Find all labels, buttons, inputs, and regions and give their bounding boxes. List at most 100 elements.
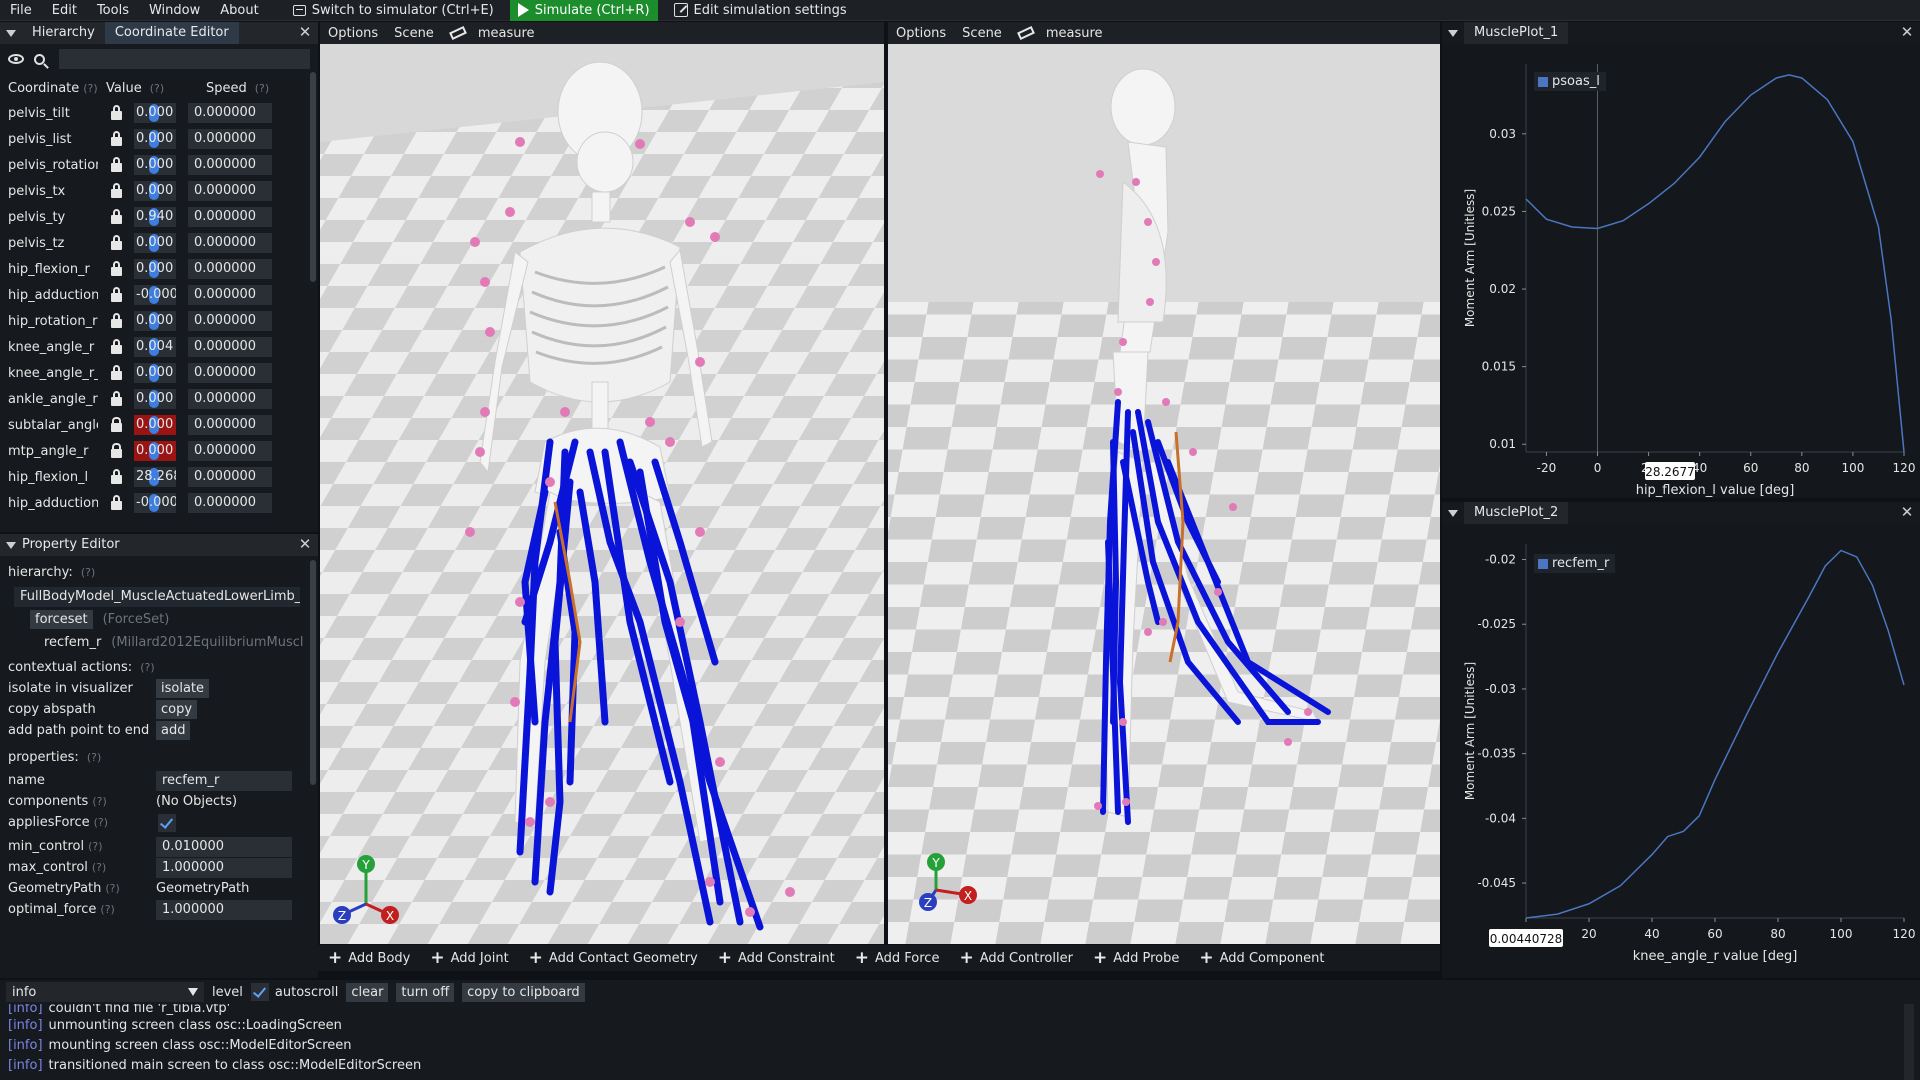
coordinate-value-slider[interactable]: -0.000 [134, 285, 176, 305]
log-level-select[interactable]: info [6, 982, 204, 1002]
clear-button[interactable]: clear [346, 982, 389, 1002]
optimal-force-input[interactable]: 1.000000 [156, 899, 292, 920]
coordinate-value-slider[interactable]: -0.000 [134, 493, 176, 513]
menu-window[interactable]: Window [139, 0, 210, 21]
collapse-triangle-icon[interactable] [1448, 29, 1458, 37]
action-button[interactable]: add [156, 721, 191, 740]
lock-toggle[interactable] [98, 260, 134, 276]
measure-button[interactable]: measure [442, 25, 551, 41]
lock-toggle[interactable] [98, 104, 134, 120]
coordinate-value-slider[interactable]: 0.004 [134, 337, 176, 357]
viewport-2-scene[interactable]: Y Z X [888, 22, 1440, 944]
menu-file[interactable]: File [0, 0, 42, 21]
lock-toggle[interactable] [98, 494, 134, 510]
add-toolbar-button[interactable]: + Add Probe [1083, 950, 1189, 967]
coordinate-speed-input[interactable]: 0.000000 [188, 155, 272, 175]
max-control-input[interactable]: 1.000000 [156, 857, 292, 878]
options-menu[interactable]: Options [888, 26, 954, 41]
forceset-button[interactable]: forceset [30, 609, 93, 629]
add-toolbar-button[interactable]: + Add Contact Geometry [519, 950, 708, 967]
add-toolbar-button[interactable]: + Add Body [318, 950, 420, 967]
coordinate-value-slider[interactable]: 0.000 [134, 233, 176, 253]
coordinate-value-slider[interactable]: 0.000 [134, 103, 176, 123]
coordinate-speed-input[interactable]: 0.000000 [188, 181, 272, 201]
action-button[interactable]: copy [156, 700, 198, 719]
scene-menu[interactable]: Scene [386, 26, 442, 41]
tab-coordinate-editor[interactable]: Coordinate Editor [104, 22, 239, 44]
add-toolbar-button[interactable]: + Add Force [845, 950, 950, 967]
simulate-button[interactable]: Simulate (Ctrl+R) [509, 0, 658, 21]
viewport-1[interactable]: Y Z X Options Scene measure [320, 22, 884, 944]
viewport-1-scene[interactable]: Y Z X [320, 22, 884, 944]
coordinate-speed-input[interactable]: 0.000000 [188, 363, 272, 383]
measure-button[interactable]: measure [1010, 25, 1119, 41]
scrollbar[interactable] [1904, 1004, 1914, 1080]
coordinate-speed-input[interactable]: 0.000000 [188, 233, 272, 253]
coordinate-value-slider[interactable]: 0.940 [134, 207, 176, 227]
lock-toggle[interactable] [98, 390, 134, 406]
add-toolbar-button[interactable]: + Add Constraint [708, 950, 845, 967]
coordinate-speed-input[interactable]: 0.000000 [188, 259, 272, 279]
eye-icon[interactable] [8, 54, 24, 64]
menu-about[interactable]: About [210, 0, 268, 21]
min-control-input[interactable]: 0.010000 [156, 836, 292, 857]
coordinate-value-slider[interactable]: 0.000 [134, 129, 176, 149]
collapse-triangle-icon[interactable] [6, 29, 16, 37]
add-toolbar-button[interactable]: + Add Controller [949, 950, 1083, 967]
coordinate-value-slider[interactable]: 0.000 [134, 181, 176, 201]
muscle-plot-1-chart[interactable]: -200204060801001200.010.0150.020.0250.03… [1442, 44, 1920, 498]
coordinate-value-slider[interactable]: 0.000 [134, 441, 176, 461]
lock-toggle[interactable] [98, 416, 134, 432]
close-icon[interactable]: ✕ [1900, 24, 1914, 40]
add-toolbar-button[interactable]: + Add Joint [420, 950, 518, 967]
geometry-path-value[interactable]: GeometryPath [156, 881, 249, 896]
coordinate-speed-input[interactable]: 0.000000 [188, 207, 272, 227]
coordinate-speed-input[interactable]: 0.000000 [188, 493, 272, 513]
menu-tools[interactable]: Tools [87, 0, 139, 21]
coordinate-speed-input[interactable]: 0.000000 [188, 389, 272, 409]
tab-muscle-plot-2[interactable]: MusclePlot_2 [1464, 502, 1569, 524]
options-menu[interactable]: Options [320, 26, 386, 41]
edit-simulation-settings-button[interactable]: Edit simulation settings [666, 0, 855, 21]
close-icon[interactable]: ✕ [298, 536, 312, 552]
coordinate-value-slider[interactable]: 0.000 [134, 415, 176, 435]
autoscroll-checkbox[interactable] [250, 983, 269, 1001]
lock-toggle[interactable] [98, 208, 134, 224]
coordinate-search-input[interactable] [59, 49, 310, 69]
lock-toggle[interactable] [98, 338, 134, 354]
applies-force-checkbox[interactable] [158, 813, 176, 832]
coordinate-value-slider[interactable]: 28.268 [134, 467, 176, 487]
muscle-plot-2-chart[interactable]: 020406080100120-0.02-0.025-0.03-0.035-0.… [1442, 524, 1920, 978]
model-path-button[interactable]: FullBodyModel_MuscleActuatedLowerLimb_1 [14, 587, 300, 607]
coordinate-speed-input[interactable]: 0.000000 [188, 129, 272, 149]
coordinate-value-slider[interactable]: 0.000 [134, 155, 176, 175]
lock-toggle[interactable] [98, 468, 134, 484]
close-icon[interactable]: ✕ [1900, 504, 1914, 520]
lock-toggle[interactable] [98, 312, 134, 328]
coordinate-speed-input[interactable]: 0.000000 [188, 103, 272, 123]
prop-name-input[interactable]: recfem_r [156, 770, 292, 791]
lock-toggle[interactable] [98, 234, 134, 250]
lock-toggle[interactable] [98, 156, 134, 172]
tab-hierarchy[interactable]: Hierarchy [22, 22, 105, 44]
viewport-2[interactable]: Y Z X Options Scene measure [888, 22, 1440, 944]
tab-muscle-plot-1[interactable]: MusclePlot_1 [1464, 22, 1569, 44]
coordinate-speed-input[interactable]: 0.000000 [188, 337, 272, 357]
coordinate-speed-input[interactable]: 0.000000 [188, 467, 272, 487]
coordinate-speed-input[interactable]: 0.000000 [188, 441, 272, 461]
coordinate-speed-input[interactable]: 0.000000 [188, 311, 272, 331]
menu-edit[interactable]: Edit [42, 0, 87, 21]
switch-to-simulator-button[interactable]: Switch to simulator (Ctrl+E) [285, 0, 502, 21]
add-toolbar-button[interactable]: + Add Component [1189, 950, 1334, 967]
collapse-triangle-icon[interactable] [6, 541, 16, 549]
scene-menu[interactable]: Scene [954, 26, 1010, 41]
coordinate-speed-input[interactable]: 0.000000 [188, 285, 272, 305]
lock-toggle[interactable] [98, 130, 134, 146]
coordinate-value-slider[interactable]: 0.000 [134, 259, 176, 279]
close-icon[interactable]: ✕ [298, 24, 312, 40]
tab-property-editor[interactable]: Property Editor [22, 534, 130, 556]
coordinate-value-slider[interactable]: 0.000 [134, 389, 176, 409]
scrollbar[interactable] [310, 560, 316, 785]
lock-toggle[interactable] [98, 286, 134, 302]
lock-toggle[interactable] [98, 364, 134, 380]
